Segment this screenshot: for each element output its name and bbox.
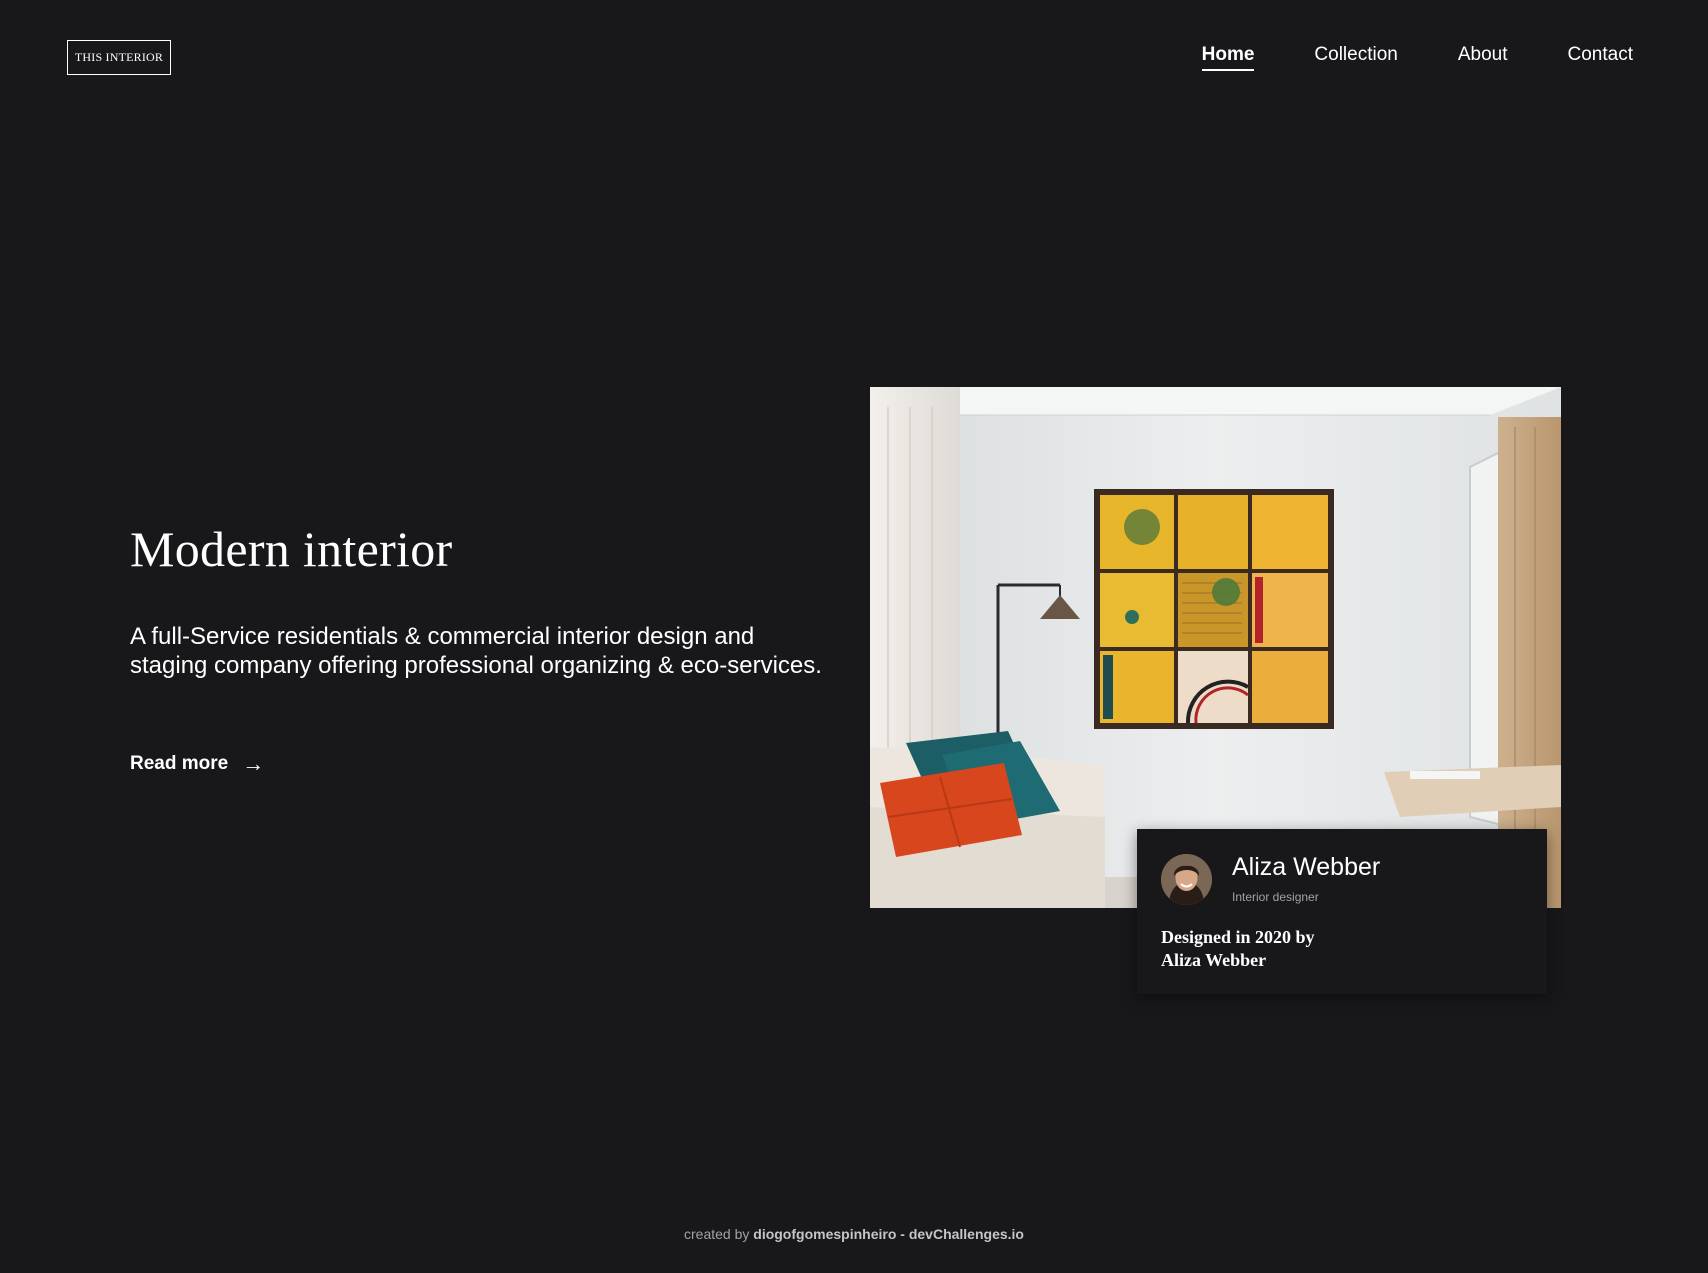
footer-author-link[interactable]: diogofgomespinheiro (753, 1226, 896, 1242)
read-more-label: Read more (130, 753, 229, 774)
page: THIS INTERIOR Home Collection About Cont… (0, 0, 1708, 1273)
nav-about[interactable]: About (1458, 44, 1508, 71)
nav-contact[interactable]: Contact (1568, 44, 1633, 71)
designer-avatar (1161, 854, 1212, 905)
site-logo[interactable]: THIS INTERIOR (67, 40, 171, 75)
hero-description: A full-Service residentials & commercial… (130, 623, 822, 679)
designer-card: Aliza Webber Interior designer Designed … (1137, 829, 1547, 994)
footer-site-link[interactable]: devChallenges.io (909, 1226, 1024, 1242)
footer-credit: created by diogofgomespinheiro - devChal… (0, 1226, 1708, 1242)
designed-in-line2: Aliza Webber (1161, 950, 1267, 970)
designer-role: Interior designer (1232, 890, 1319, 904)
nav-home[interactable]: Home (1201, 44, 1255, 71)
footer-separator: - (900, 1226, 905, 1242)
designer-name: Aliza Webber (1232, 853, 1381, 881)
nav-collection[interactable]: Collection (1314, 44, 1397, 71)
main-nav: Home Collection About Contact (1201, 44, 1633, 71)
footer-prefix: created by (684, 1226, 750, 1242)
hero-title: Modern interior (130, 521, 453, 577)
arrow-right-icon: → (242, 751, 265, 776)
designed-in-line1: Designed in 2020 by (1161, 927, 1315, 947)
designed-in-text: Designed in 2020 by Aliza Webber (1161, 926, 1381, 972)
read-more-link[interactable]: Read more → (130, 753, 264, 775)
